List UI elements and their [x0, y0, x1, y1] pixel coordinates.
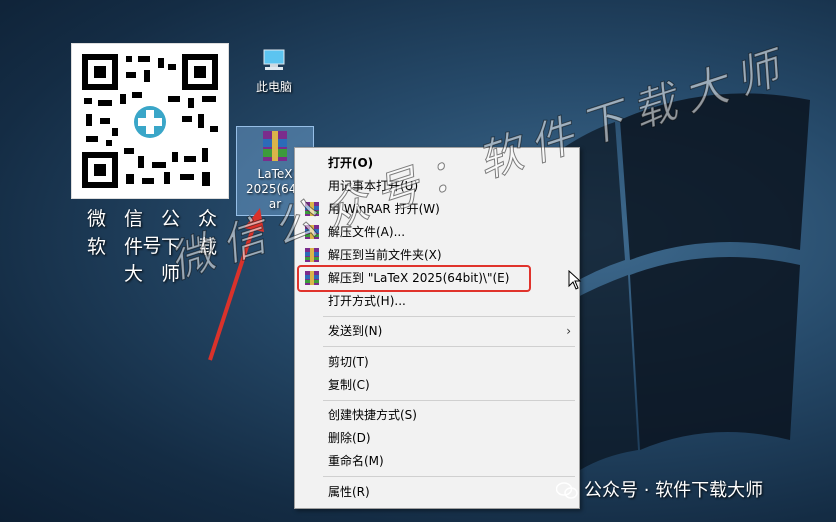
menu-separator — [323, 400, 575, 401]
wechat-footer: 公众号 · 软件下载大师 — [556, 476, 763, 502]
winrar-archive-icon — [263, 131, 287, 161]
menu-separator — [323, 346, 575, 347]
computer-icon — [263, 49, 285, 70]
desktop-icon-this-pc[interactable]: 此电脑 — [244, 46, 304, 95]
menu-item-rename[interactable]: 重命名(M) — [295, 450, 579, 472]
menu-item-delete[interactable]: 删除(D) — [295, 427, 579, 449]
menu-item-send-to[interactable]: 发送到(N) › — [295, 320, 579, 342]
wechat-footer-text: 公众号 · 软件下载大师 — [584, 480, 764, 501]
menu-item-extract-here[interactable]: 解压到当前文件夹(X) — [295, 244, 579, 266]
menu-item-create-shortcut[interactable]: 创建快捷方式(S) — [295, 404, 579, 426]
wechat-icon — [556, 482, 578, 499]
menu-item-cut[interactable]: 剪切(T) — [295, 351, 579, 373]
highlight-box-annotation — [297, 265, 531, 292]
qr-code-image — [72, 44, 228, 198]
menu-item-properties[interactable]: 属性(R) — [295, 481, 579, 503]
menu-item-open-with[interactable]: 打开方式(H)... — [295, 290, 579, 312]
menu-separator — [323, 476, 575, 477]
mouse-cursor-icon — [568, 270, 582, 290]
menu-separator — [323, 316, 575, 317]
menu-item-copy[interactable]: 复制(C) — [295, 374, 579, 396]
desktop-icon-label: 此电脑 — [255, 80, 292, 94]
chevron-right-icon: › — [566, 324, 571, 338]
